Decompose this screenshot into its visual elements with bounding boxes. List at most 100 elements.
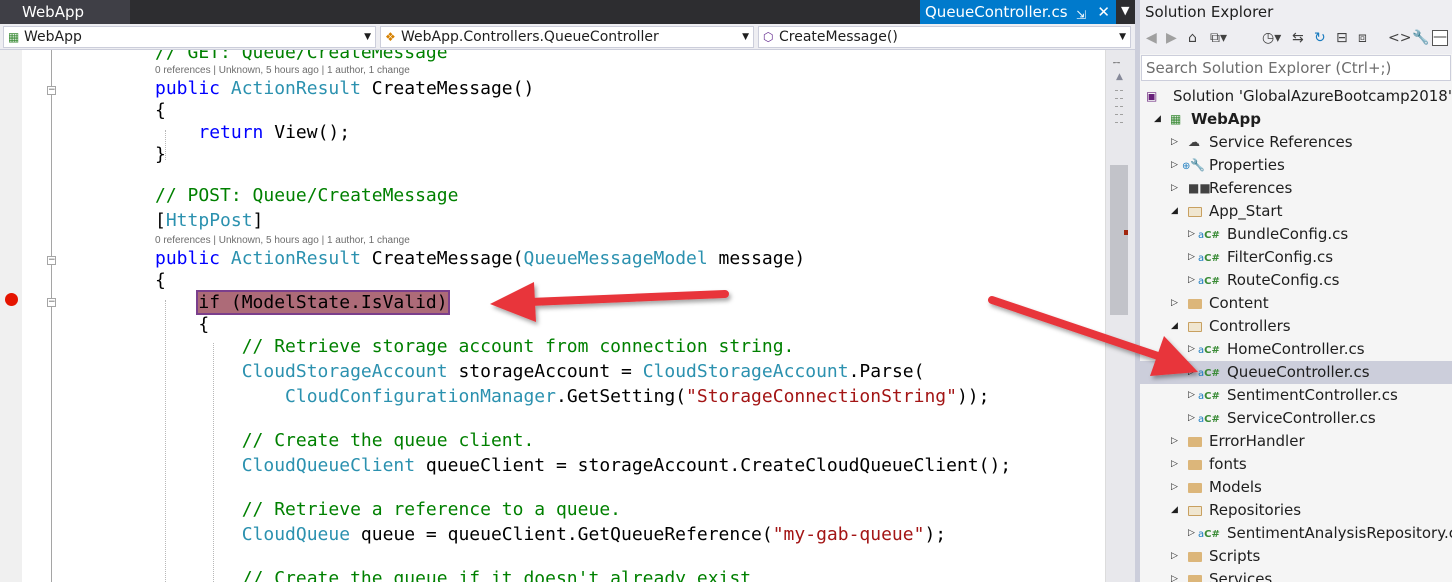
expanded-arrow-icon[interactable]: ◢ — [1171, 315, 1178, 338]
collapse-all-icon[interactable]: ⊟ — [1336, 30, 1348, 46]
view-code-icon[interactable]: <> — [1388, 30, 1411, 46]
tab-queuecontroller[interactable]: QueueController.cs ⇲ ✕ — [920, 0, 1116, 24]
tree-item-content[interactable]: ▷ Content — [1140, 292, 1452, 315]
collapsed-arrow-icon[interactable]: ▷ — [1171, 476, 1178, 499]
switch-views-icon[interactable]: ⧉▾ — [1210, 30, 1227, 46]
tree-item-sentimentcontroller[interactable]: ▷ aC# SentimentController.cs — [1140, 384, 1452, 407]
folder-icon — [1188, 430, 1202, 455]
history-icon[interactable]: ◷▾ — [1262, 30, 1281, 46]
breakpoint-highlight: if (ModelState.IsValid) — [196, 290, 450, 315]
forward-icon[interactable]: ▶ — [1166, 30, 1177, 46]
tree-item-bundleconfig[interactable]: ▷ aC# BundleConfig.cs — [1140, 223, 1452, 246]
collapse-icon[interactable]: − — [47, 86, 56, 95]
scroll-thumb[interactable] — [1110, 165, 1128, 315]
tree-item-webapp[interactable]: ◢ ▦ WebApp — [1140, 108, 1452, 131]
close-icon[interactable]: ✕ — [1097, 0, 1110, 24]
solution-icon: ▣ — [1146, 89, 1158, 103]
collapsed-arrow-icon[interactable]: ▷ — [1188, 269, 1195, 292]
tree-item-servicecontroller[interactable]: ▷ aC# ServiceController.cs — [1140, 407, 1452, 430]
breakpoint-icon[interactable] — [5, 293, 18, 306]
class-dropdown[interactable]: ❖ WebApp.Controllers.QueueController ▼ — [380, 26, 754, 48]
expanded-arrow-icon[interactable]: ◢ — [1154, 108, 1161, 131]
tree-item-scripts[interactable]: ▷ Scripts — [1140, 545, 1452, 568]
code-editor[interactable]: − − − // GET: Queue/CreateMessage 0 refe… — [0, 50, 1105, 582]
refresh-icon[interactable]: ↻ — [1314, 30, 1326, 46]
references-icon: ■■ — [1188, 181, 1211, 195]
collapsed-arrow-icon[interactable]: ▷ — [1188, 384, 1195, 407]
tree-item-services[interactable]: ▷ Services — [1140, 568, 1452, 582]
collapsed-arrow-icon[interactable]: ▷ — [1188, 223, 1195, 246]
csharp-file-icon: aC# — [1198, 414, 1220, 425]
tree-item-models[interactable]: ▷ Models — [1140, 476, 1452, 499]
collapsed-arrow-icon[interactable]: ▷ — [1171, 430, 1178, 453]
folder-icon — [1188, 292, 1202, 317]
tree-item-routeconfig[interactable]: ▷ aC# RouteConfig.cs — [1140, 269, 1452, 292]
code-line: CloudStorageAccount storageAccount = Clo… — [241, 361, 925, 382]
home-icon[interactable]: ⌂ — [1188, 30, 1197, 46]
project-dropdown-value: WebApp — [24, 29, 82, 45]
collapsed-arrow-icon[interactable]: ▷ — [1171, 177, 1178, 200]
tree-item-filterconfig[interactable]: ▷ aC# FilterConfig.cs — [1140, 246, 1452, 269]
service-references-icon: ☁ — [1188, 135, 1200, 149]
codelens-info[interactable]: 0 references | Unknown, 5 hours ago | 1 … — [155, 235, 410, 246]
tree-item-sentimentanalysisrepository[interactable]: ▷ aC# SentimentAnalysisRepository.cs — [1140, 522, 1452, 545]
tree-item-properties[interactable]: ▷ ⊕🔧 Properties — [1140, 154, 1452, 177]
document-tab-strip: WebApp QueueController.cs ⇲ ✕ ▼ — [0, 0, 1135, 24]
sync-icon[interactable]: ⇆ — [1292, 30, 1304, 46]
tree-item-solution[interactable]: ▣ Solution 'GlobalAzureBootcamp2018' (1 — [1140, 85, 1452, 108]
collapsed-arrow-icon[interactable]: ▷ — [1188, 361, 1195, 384]
code-line: public ActionResult CreateMessage() — [155, 78, 535, 99]
folder-icon — [1188, 476, 1202, 501]
panel-title: Solution Explorer — [1140, 0, 1452, 24]
tree-item-service-references[interactable]: ▷ ☁ Service References — [1140, 131, 1452, 154]
member-dropdown[interactable]: ⬡ CreateMessage() ▼ — [758, 26, 1131, 48]
code-line: if (ModelState.IsValid) — [155, 290, 450, 315]
collapsed-arrow-icon[interactable]: ▷ — [1171, 545, 1178, 568]
csharp-file-icon: aC# — [1198, 253, 1220, 264]
csharp-file-icon: aC# — [1198, 345, 1220, 356]
code-line: // Retrieve a reference to a queue. — [241, 499, 621, 520]
codelens-info[interactable]: 0 references | Unknown, 5 hours ago | 1 … — [155, 65, 410, 76]
collapsed-arrow-icon[interactable]: ▷ — [1171, 568, 1178, 582]
code-line: // Retrieve storage account from connect… — [241, 336, 795, 357]
chevron-down-icon: ▼ — [364, 32, 371, 42]
code-line: // Create the queue if it doesn't alread… — [241, 568, 752, 582]
solution-explorer-toolbar: ◀ ▶ ⌂ ⧉▾ ◷▾ ⇆ ↻ ⊟ ⧈ <> 🔧 — — [1140, 24, 1452, 54]
method-icon: ⬡ — [763, 30, 774, 44]
expanded-arrow-icon[interactable]: ◢ — [1171, 200, 1178, 223]
tree-item-queuecontroller[interactable]: ▷ aC# QueueController.cs — [1140, 361, 1452, 384]
tab-label: QueueController.cs — [925, 3, 1068, 21]
tree-item-app-start[interactable]: ◢ App_Start — [1140, 200, 1452, 223]
preview-icon[interactable]: — — [1432, 30, 1448, 46]
solution-search-input[interactable]: Search Solution Explorer (Ctrl+;) — [1141, 55, 1451, 81]
tab-webapp[interactable]: WebApp — [0, 0, 130, 24]
tab-overflow-icon[interactable]: ▼ — [1121, 4, 1129, 17]
scroll-up-icon[interactable]: ▲ — [1116, 72, 1123, 82]
indicator-margin[interactable] — [0, 50, 22, 582]
expanded-arrow-icon[interactable]: ◢ — [1171, 499, 1178, 522]
collapsed-arrow-icon[interactable]: ▷ — [1188, 246, 1195, 269]
properties-icon[interactable]: 🔧 — [1412, 30, 1429, 46]
tree-item-fonts[interactable]: ▷ fonts — [1140, 453, 1452, 476]
back-icon[interactable]: ◀ — [1146, 30, 1157, 46]
collapse-icon[interactable]: − — [47, 298, 56, 307]
tree-item-references[interactable]: ▷ ■■ References — [1140, 177, 1452, 200]
tree-item-homecontroller[interactable]: ▷ aC# HomeController.cs — [1140, 338, 1452, 361]
collapsed-arrow-icon[interactable]: ▷ — [1171, 131, 1178, 154]
collapsed-arrow-icon[interactable]: ▷ — [1188, 522, 1195, 545]
show-all-files-icon[interactable]: ⧈ — [1358, 30, 1367, 46]
collapsed-arrow-icon[interactable]: ▷ — [1171, 154, 1178, 177]
tree-item-repositories[interactable]: ◢ Repositories — [1140, 499, 1452, 522]
breakpoint-marker — [1124, 230, 1128, 235]
collapsed-arrow-icon[interactable]: ▷ — [1188, 407, 1195, 430]
collapsed-arrow-icon[interactable]: ▷ — [1171, 453, 1178, 476]
collapsed-arrow-icon[interactable]: ▷ — [1188, 338, 1195, 361]
editor-scrollbar[interactable]: ⧿ ▲ — [1105, 50, 1135, 582]
collapse-icon[interactable]: − — [47, 256, 56, 265]
tree-item-controllers[interactable]: ◢ Controllers — [1140, 315, 1452, 338]
collapsed-arrow-icon[interactable]: ▷ — [1171, 292, 1178, 315]
split-window-icon[interactable]: ⧿ — [1113, 54, 1120, 70]
project-dropdown[interactable]: ▦ WebApp ▼ — [3, 26, 376, 48]
navigation-bar: ▦ WebApp ▼ ❖ WebApp.Controllers.QueueCon… — [0, 24, 1135, 50]
tree-item-errorhandler[interactable]: ▷ ErrorHandler — [1140, 430, 1452, 453]
